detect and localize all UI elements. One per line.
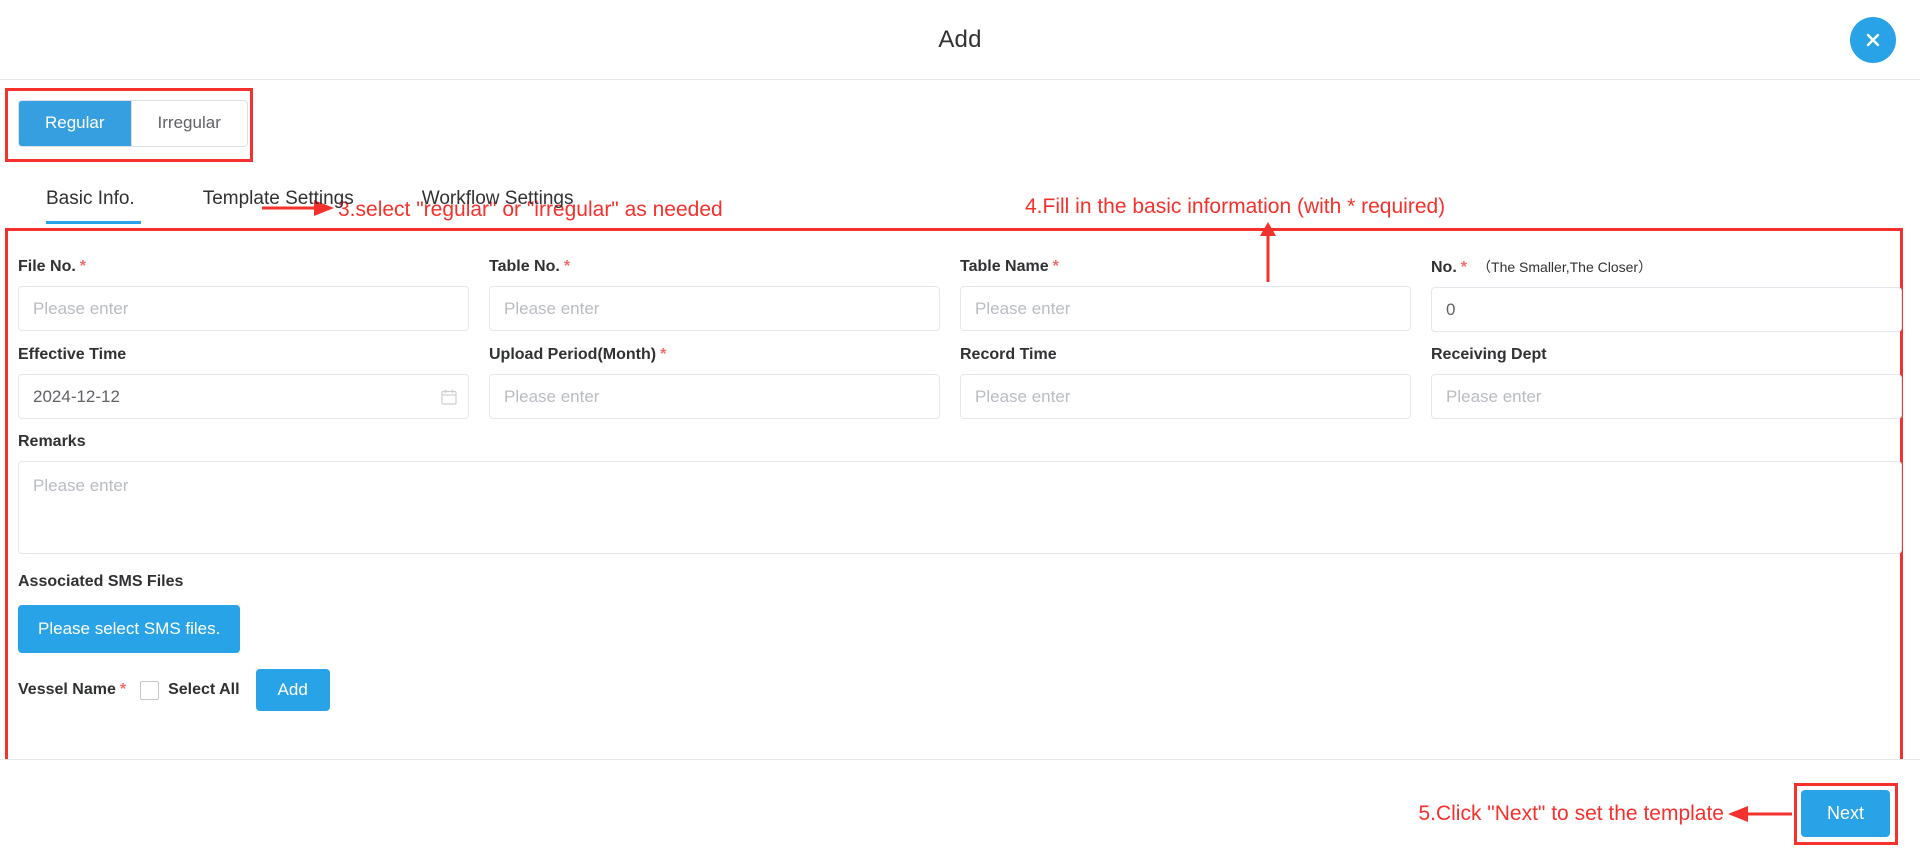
form-row-1: File No.* Table No.* Table Name* No.*（Th… [18,256,1902,332]
required-marker: * [79,258,87,275]
annotation-step4: 4.Fill in the basic information (with * … [1025,195,1446,218]
annotation-arrow-step5 [1728,805,1792,822]
tab-basic-info[interactable]: Basic Info. [18,188,169,224]
remarks-textarea[interactable] [18,461,1902,554]
select-sms-files-button[interactable]: Please select SMS files. [18,605,241,653]
label-remarks: Remarks [18,433,86,450]
field-table-no: Table No. * [489,256,960,332]
upload-period-input[interactable] [489,374,940,419]
record-time-input[interactable] [960,374,1411,419]
close-button[interactable] [1850,16,1896,63]
field-remarks: Remarks [18,431,1902,559]
effective-time-input[interactable] [18,374,469,419]
tab-workflow-settings[interactable]: Workflow Settings [388,188,608,224]
basic-info-form: File No.* Table No.* Table Name* No.*（Th… [18,256,1902,711]
label-table-no: Table No. * [489,258,571,275]
field-upload-period: Upload Period(Month) * [489,344,960,419]
label-effective-time: Effective Time [18,346,127,363]
label-record-time: Record Time [960,346,1057,363]
select-all-label: Select All [168,681,240,698]
add-vessel-button[interactable]: Add [255,669,330,711]
required-marker: * [1052,258,1059,275]
receiving-dept-input[interactable] [1431,374,1902,419]
label-receiving-dept: Receiving Dept [1431,346,1547,363]
field-associated-sms-files: Associated SMS Files Please select SMS f… [18,571,1902,653]
field-table-name: Table Name * [960,256,1431,332]
label-file-no: File No. * [18,258,87,275]
required-marker: * [1460,259,1468,276]
tab-template-settings[interactable]: Template Settings [169,188,388,224]
dialog-header: Add [0,0,1920,80]
mode-option-irregular[interactable]: Irregular [130,101,247,146]
required-marker: * [660,346,667,363]
dialog-body: Regular Irregular 3.select "regular" or … [0,80,1920,759]
label-table-name: Table Name * [960,258,1059,275]
label-upload-period: Upload Period(Month) * [489,346,667,363]
label-vessel-name: Vessel Name * [18,681,127,698]
dialog-footer: 5.Click "Next" to set the template Next [0,759,1920,867]
field-file-no: File No. * [18,256,489,332]
add-dialog: Add Regular Irregular 3.select "regular"… [0,0,1920,867]
form-row-sms: Associated SMS Files Please select SMS f… [18,571,1902,653]
select-all-checkbox[interactable] [140,680,160,700]
annotation-step5: 5.Click "Next" to set the template [1418,801,1724,825]
required-marker: * [119,681,127,698]
mode-option-regular[interactable]: Regular [19,101,131,146]
field-effective-time: Effective Time [18,344,489,419]
form-row-remarks: Remarks [18,431,1902,559]
table-no-input[interactable] [489,286,940,331]
label-no: No. * （The Smaller,The Closer） [1431,259,1653,276]
label-associated-sms-files: Associated SMS Files [18,573,184,590]
no-input[interactable] [1431,287,1902,332]
calendar-icon[interactable] [441,389,457,405]
field-receiving-dept: Receiving Dept [1431,344,1902,419]
field-no: No. * （The Smaller,The Closer） [1431,256,1902,332]
file-no-input[interactable] [18,286,469,331]
label-no-hint: （The Smaller,The Closer） [1477,259,1653,275]
form-row-2: Effective Time 2024-12-12 Upload Period(… [18,344,1902,419]
field-record-time: Record Time [960,344,1431,419]
next-button[interactable]: Next [1800,790,1890,837]
tab-bar: Basic Info. Template Settings Workflow S… [18,188,607,224]
form-row-vessel-name: Vessel Name * Select All Add [18,669,1902,711]
required-marker: * [563,258,571,275]
page-title: Add [938,25,982,53]
table-name-input[interactable] [960,286,1411,331]
mode-selector: Regular Irregular [18,100,248,147]
close-icon [1862,29,1884,51]
